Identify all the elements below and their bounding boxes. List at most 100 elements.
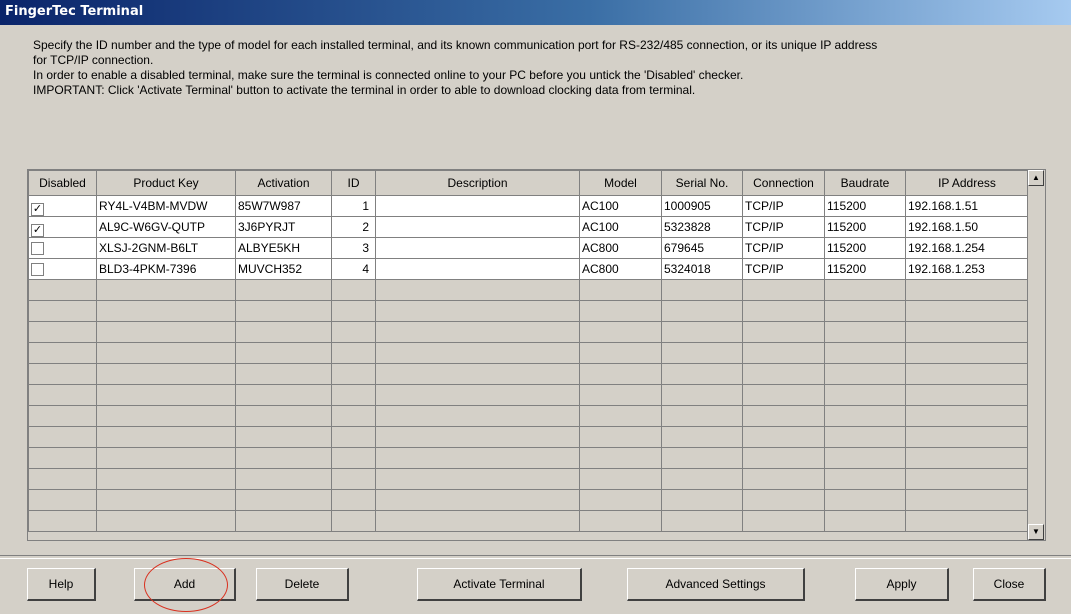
- empty-cell: [375, 468, 580, 490]
- help-button[interactable]: Help: [27, 568, 96, 601]
- disabled-checkbox[interactable]: ✓: [31, 202, 44, 216]
- description-cell[interactable]: [375, 258, 580, 280]
- product-key-cell[interactable]: BLD3-4PKM-7396: [96, 258, 236, 280]
- empty-cell: [375, 363, 580, 385]
- activate-terminal-button[interactable]: Activate Terminal: [417, 568, 582, 601]
- vertical-scrollbar[interactable]: ▲ ▼: [1027, 170, 1045, 540]
- connection-cell[interactable]: TCP/IP: [742, 237, 825, 259]
- empty-row: [28, 279, 1029, 301]
- empty-cell: [742, 426, 825, 448]
- close-button[interactable]: Close: [973, 568, 1046, 601]
- column-header-baudrate[interactable]: Baudrate: [824, 170, 906, 196]
- serial-cell[interactable]: 5324018: [661, 258, 743, 280]
- table-row[interactable]: ✓ RY4L-V4BM-MVDW 85W7W987 1 AC100 1000905 TCP/…: [28, 195, 1029, 217]
- baudrate-cell[interactable]: 115200: [824, 237, 906, 259]
- empty-cell: [375, 405, 580, 427]
- column-header-disabled[interactable]: Disabled: [28, 170, 97, 196]
- product-key-cell[interactable]: XLSJ-2GNM-B6LT: [96, 237, 236, 259]
- empty-cell: [579, 405, 662, 427]
- serial-cell[interactable]: 679645: [661, 237, 743, 259]
- empty-cell: [824, 363, 906, 385]
- disabled-checkbox[interactable]: [31, 263, 44, 276]
- ip-address-cell[interactable]: 192.168.1.254: [905, 237, 1029, 259]
- advanced-settings-button[interactable]: Advanced Settings: [627, 568, 805, 601]
- apply-button[interactable]: Apply: [855, 568, 949, 601]
- column-header-description[interactable]: Description: [375, 170, 580, 196]
- empty-cell: [661, 405, 743, 427]
- empty-cell: [375, 321, 580, 343]
- disabled-checkbox[interactable]: [31, 242, 44, 255]
- baudrate-cell[interactable]: 115200: [824, 258, 906, 280]
- empty-cell: [824, 321, 906, 343]
- empty-cell: [579, 447, 662, 469]
- column-header-activation[interactable]: Activation: [235, 170, 332, 196]
- activation-cell[interactable]: 3J6PYRJT: [235, 216, 332, 238]
- empty-cell: [28, 363, 97, 385]
- empty-cell: [661, 426, 743, 448]
- table-row[interactable]: BLD3-4PKM-7396 MUVCH352 4 AC800 5324018 TCP/I…: [28, 258, 1029, 280]
- column-header-connection[interactable]: Connection: [742, 170, 825, 196]
- serial-cell[interactable]: 5323828: [661, 216, 743, 238]
- scroll-down-icon[interactable]: ▼: [1028, 524, 1044, 540]
- activation-cell[interactable]: MUVCH352: [235, 258, 332, 280]
- table-row[interactable]: XLSJ-2GNM-B6LT ALBYE5KH 3 AC800 679645 TCP/IP…: [28, 237, 1029, 259]
- description-cell[interactable]: [375, 195, 580, 217]
- column-header-serial[interactable]: Serial No.: [661, 170, 743, 196]
- empty-cell: [331, 279, 376, 301]
- description-cell[interactable]: [375, 237, 580, 259]
- model-cell[interactable]: AC800: [579, 258, 662, 280]
- id-cell[interactable]: 4: [331, 258, 376, 280]
- disabled-checkbox[interactable]: ✓: [31, 223, 44, 237]
- button-divider: [0, 555, 1071, 559]
- connection-cell[interactable]: TCP/IP: [742, 216, 825, 238]
- delete-button[interactable]: Delete: [256, 568, 349, 601]
- column-header-model[interactable]: Model: [579, 170, 662, 196]
- model-cell[interactable]: AC800: [579, 237, 662, 259]
- empty-cell: [331, 405, 376, 427]
- ip-address-cell[interactable]: 192.168.1.51: [905, 195, 1029, 217]
- table-row[interactable]: ✓ AL9C-W6GV-QUTP 3J6PYRJT 2 AC100 5323828 TCP/…: [28, 216, 1029, 238]
- empty-cell: [661, 489, 743, 511]
- column-header-ip-address[interactable]: IP Address: [905, 170, 1029, 196]
- empty-cell: [331, 300, 376, 322]
- empty-cell: [824, 300, 906, 322]
- empty-cell: [905, 279, 1029, 301]
- description-cell[interactable]: [375, 216, 580, 238]
- id-cell[interactable]: 3: [331, 237, 376, 259]
- empty-cell: [28, 405, 97, 427]
- scroll-up-icon[interactable]: ▲: [1028, 170, 1044, 186]
- model-cell[interactable]: AC100: [579, 216, 662, 238]
- empty-cell: [905, 447, 1029, 469]
- column-header-product-key[interactable]: Product Key: [96, 170, 236, 196]
- activation-cell[interactable]: ALBYE5KH: [235, 237, 332, 259]
- connection-cell[interactable]: TCP/IP: [742, 258, 825, 280]
- disabled-cell: [28, 258, 97, 280]
- empty-cell: [96, 468, 236, 490]
- empty-cell: [375, 426, 580, 448]
- empty-cell: [96, 279, 236, 301]
- serial-cell[interactable]: 1000905: [661, 195, 743, 217]
- column-header-id[interactable]: ID: [331, 170, 376, 196]
- ip-address-cell[interactable]: 192.168.1.253: [905, 258, 1029, 280]
- model-cell[interactable]: AC100: [579, 195, 662, 217]
- baudrate-cell[interactable]: 115200: [824, 195, 906, 217]
- empty-row: [28, 363, 1029, 385]
- terminal-grid[interactable]: Disabled Product Key Activation ID Descr…: [27, 169, 1046, 541]
- empty-cell: [742, 510, 825, 532]
- disabled-cell: ✓: [28, 195, 97, 217]
- ip-address-cell[interactable]: 192.168.1.50: [905, 216, 1029, 238]
- id-cell[interactable]: 2: [331, 216, 376, 238]
- activation-cell[interactable]: 85W7W987: [235, 195, 332, 217]
- instruction-line: In order to enable a disabled terminal, …: [33, 68, 744, 82]
- empty-cell: [905, 342, 1029, 364]
- empty-cell: [579, 468, 662, 490]
- connection-cell[interactable]: TCP/IP: [742, 195, 825, 217]
- empty-cell: [661, 510, 743, 532]
- id-cell[interactable]: 1: [331, 195, 376, 217]
- baudrate-cell[interactable]: 115200: [824, 216, 906, 238]
- product-key-cell[interactable]: RY4L-V4BM-MVDW: [96, 195, 236, 217]
- empty-cell: [742, 321, 825, 343]
- empty-cell: [905, 363, 1029, 385]
- empty-cell: [375, 384, 580, 406]
- product-key-cell[interactable]: AL9C-W6GV-QUTP: [96, 216, 236, 238]
